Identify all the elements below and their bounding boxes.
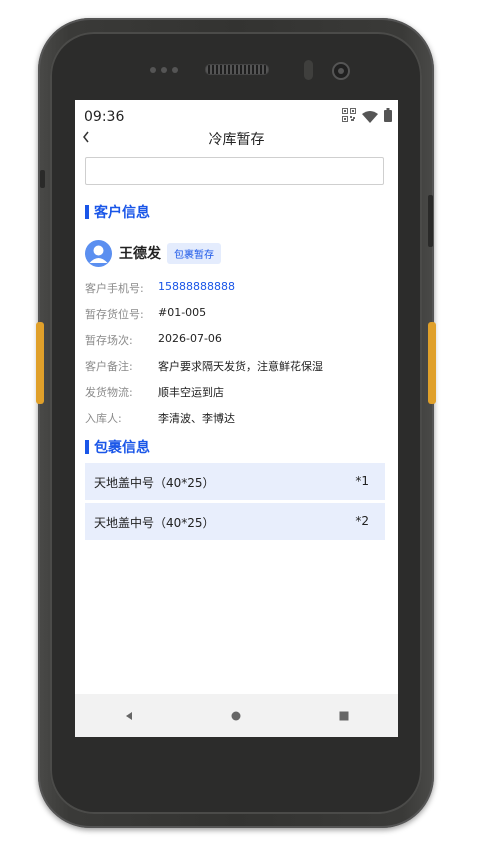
package-name: 天地盖中号（40*25）	[94, 516, 215, 530]
info-label: 暂存货位号:	[85, 308, 144, 321]
info-row: 暂存场次: 2026-07-06	[85, 332, 385, 350]
system-navigation-bar	[75, 694, 398, 737]
section-marker	[85, 205, 89, 219]
package-name: 天地盖中号（40*25）	[94, 476, 215, 490]
customer-section-title: 客户信息	[94, 205, 150, 221]
info-row: 入库人: 李清波、李博达	[85, 410, 385, 428]
side-button-right	[428, 322, 436, 404]
speaker-grill	[205, 64, 269, 75]
side-key-left	[40, 170, 45, 188]
nav-home-icon[interactable]	[221, 701, 251, 731]
front-camera	[332, 62, 350, 80]
info-label: 客户备注:	[85, 360, 133, 373]
wifi-icon	[362, 108, 378, 123]
info-value: 顺丰空运到店	[158, 386, 224, 399]
status-bar: 09:36	[75, 100, 398, 126]
screen: 09:36 冷库暂存 客户信息 王德发 包裹暂存 客户手机号: 15888888…	[75, 100, 398, 737]
info-row: 发货物流: 顺丰空运到店	[85, 384, 385, 402]
status-time: 09:36	[84, 109, 125, 125]
info-value: 李清波、李博达	[158, 412, 235, 425]
sensor-dots	[150, 67, 184, 75]
package-section-header: 包裹信息	[85, 437, 150, 457]
navigation-bar: 冷库暂存	[75, 126, 398, 152]
nav-back-icon[interactable]	[114, 701, 144, 731]
proximity-sensor	[304, 60, 313, 80]
user-icon	[85, 239, 112, 267]
storage-type-badge: 包裹暂存	[167, 242, 221, 264]
phone-link[interactable]: 15888888888	[158, 280, 235, 293]
info-label: 发货物流:	[85, 386, 133, 399]
package-quantity: *1	[355, 474, 369, 488]
page-title: 冷库暂存	[208, 132, 265, 148]
package-section-title: 包裹信息	[94, 440, 150, 456]
package-item[interactable]: 天地盖中号（40*25） *2	[85, 503, 385, 540]
info-value: #01-005	[158, 306, 207, 319]
package-quantity: *2	[355, 514, 369, 528]
customer-name: 王德发	[119, 246, 161, 262]
info-label: 暂存场次:	[85, 334, 133, 347]
info-label: 客户手机号:	[85, 282, 144, 295]
info-value: 客户要求隔天发货，注意鲜花保湿	[158, 360, 323, 373]
status-icons	[342, 107, 392, 123]
search-input[interactable]	[85, 157, 384, 185]
battery-icon	[384, 107, 392, 122]
info-value: 2026-07-06	[158, 332, 222, 345]
customer-row: 王德发 包裹暂存	[85, 239, 221, 267]
info-row: 客户备注: 客户要求隔天发货，注意鲜花保湿	[85, 358, 385, 376]
nav-recents-icon[interactable]	[329, 701, 359, 731]
side-button-left	[36, 322, 44, 404]
side-key-right	[428, 195, 433, 247]
info-label: 入库人:	[85, 412, 122, 425]
package-item[interactable]: 天地盖中号（40*25） *1	[85, 463, 385, 500]
section-marker	[85, 440, 89, 454]
customer-section-header: 客户信息	[85, 202, 150, 222]
info-row: 客户手机号: 15888888888	[85, 280, 385, 298]
qr-code-icon[interactable]	[342, 107, 356, 122]
info-row: 暂存货位号: #01-005	[85, 306, 385, 324]
